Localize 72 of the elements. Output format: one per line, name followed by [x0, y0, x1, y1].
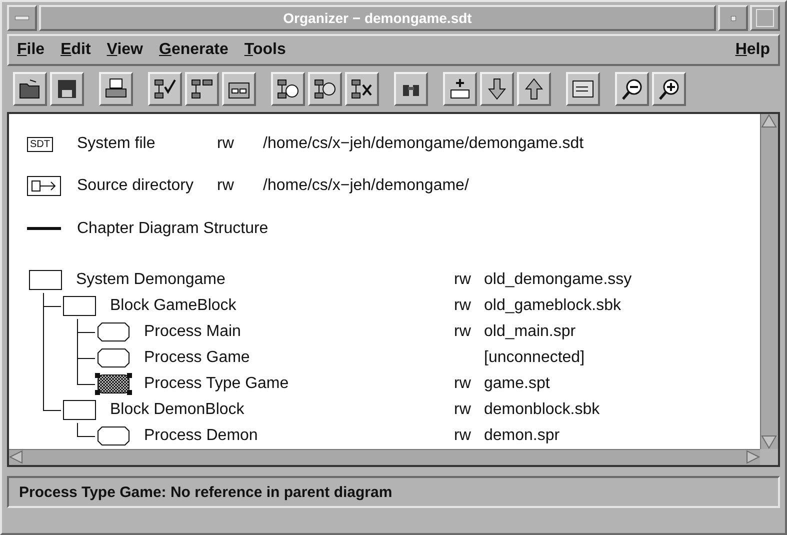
remove-button[interactable]	[345, 72, 379, 106]
access-mode: rw	[454, 374, 471, 392]
node-name[interactable]: Process Main	[144, 322, 241, 341]
minimize-icon	[730, 16, 736, 20]
access-mode: rw	[217, 135, 234, 152]
vertical-scrollbar[interactable]	[760, 114, 778, 449]
folder-icon	[18, 77, 42, 101]
check-button[interactable]	[148, 72, 182, 106]
scroll-down-icon	[761, 435, 777, 449]
print-button[interactable]	[99, 72, 133, 106]
arrow-up-icon	[522, 77, 546, 101]
open-button[interactable]	[13, 72, 47, 106]
menu-item[interactable]: File	[17, 41, 45, 59]
zoom-in-icon	[657, 77, 681, 101]
file-name: old_gameblock.sbk	[484, 296, 621, 314]
file-name: demonblock.sbk	[484, 400, 600, 418]
node-name[interactable]: Block GameBlock	[110, 296, 236, 315]
chapter-line-icon	[27, 227, 61, 230]
zoom-in-button[interactable]	[652, 72, 686, 106]
menu-item[interactable]: Edit	[60, 41, 91, 59]
file-path: /home/cs/x−jeh/demongame/	[263, 177, 469, 196]
save-button[interactable]	[50, 72, 84, 106]
ok-button[interactable]	[308, 72, 342, 106]
node-name[interactable]: Process Game	[144, 348, 250, 367]
node-name[interactable]: Process Type Game	[144, 374, 289, 393]
file-name: old_demongame.ssy	[484, 270, 632, 288]
window-menu-button[interactable]	[7, 5, 37, 31]
row-label: Source directory	[77, 177, 194, 194]
arrow-down-icon	[485, 77, 509, 101]
sdt-file-icon: SDT	[27, 136, 53, 152]
access-mode: rw	[454, 322, 471, 340]
diagram-link-icon	[190, 77, 214, 101]
file-name: demon.spr	[484, 426, 560, 444]
node-name[interactable]: Process Demon	[144, 426, 258, 445]
menu-item[interactable]: Help	[735, 41, 770, 59]
status-message: Process Type Game: No reference in parent diagram	[19, 484, 392, 500]
file-path: /home/cs/x−jeh/demongame/demongame.sdt	[263, 135, 584, 154]
minimize-button[interactable]	[718, 5, 748, 31]
menu-item[interactable]: Generate	[158, 41, 228, 59]
diagram-check-icon	[153, 77, 177, 101]
up-button[interactable]	[517, 72, 551, 106]
add-button[interactable]	[443, 72, 477, 106]
window-title: Organizer − demongame.sdt	[39, 5, 716, 31]
file-name: game.spt	[484, 374, 550, 392]
timer-button[interactable]	[271, 72, 305, 106]
horizontal-scrollbar[interactable]	[9, 449, 760, 465]
maximize-button[interactable]	[750, 5, 780, 31]
find-button[interactable]	[394, 72, 428, 106]
file-name: [unconnected]	[484, 348, 585, 366]
scroll-up-icon	[761, 114, 777, 128]
access-mode: rw	[454, 426, 471, 444]
menu-item[interactable]: View	[106, 41, 143, 59]
diagram-button[interactable]	[222, 72, 256, 106]
row-label: System file	[77, 135, 156, 152]
access-mode: rw	[454, 270, 471, 288]
menu-bar-icon	[15, 16, 29, 20]
file-name: old_main.spr	[484, 322, 576, 340]
access-mode: rw	[217, 177, 234, 194]
down-button[interactable]	[480, 72, 514, 106]
maximize-icon	[756, 9, 774, 27]
zoom-out-button[interactable]	[615, 72, 649, 106]
window-button[interactable]	[566, 72, 600, 106]
access-mode: rw	[454, 400, 471, 418]
node-name[interactable]: Block DemonBlock	[110, 400, 244, 419]
link-button[interactable]	[185, 72, 219, 106]
diagram-cross-icon	[350, 77, 374, 101]
zoom-out-icon	[620, 77, 644, 101]
access-mode: rw	[454, 296, 471, 314]
row-label: Chapter Diagram Structure	[77, 220, 268, 237]
menu-item[interactable]: Tools	[244, 41, 286, 59]
plus-box-icon	[448, 77, 472, 101]
node-name[interactable]: System Demongame	[76, 270, 226, 289]
